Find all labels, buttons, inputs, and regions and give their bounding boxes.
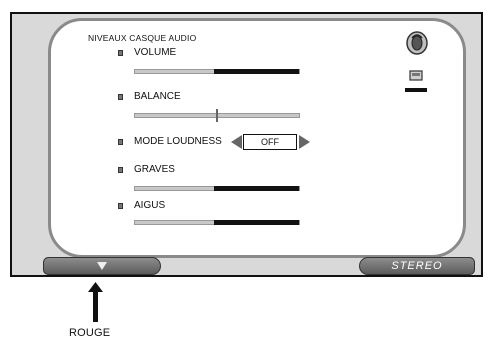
softkey-bar: STEREO — [10, 257, 483, 277]
bullet-icon — [118, 50, 123, 56]
left-arrow-icon[interactable] — [231, 135, 242, 149]
volume-slider-fill — [214, 69, 299, 74]
aigus-label: AIGUS — [134, 200, 166, 211]
red-softkey-button[interactable] — [43, 257, 161, 275]
volume-slider[interactable] — [134, 69, 300, 74]
graves-slider-fill — [214, 186, 299, 191]
balance-center-tick — [216, 109, 218, 122]
bullet-icon — [118, 94, 123, 100]
aigus-slider[interactable] — [134, 220, 300, 225]
rouge-label: ROUGE — [69, 327, 111, 339]
panel-title: NIVEAUX CASQUE AUDIO — [88, 33, 197, 43]
bullet-icon — [118, 139, 123, 145]
down-arrow-icon — [97, 262, 107, 270]
stereo-button[interactable]: STEREO — [359, 257, 475, 275]
bullet-icon — [118, 167, 123, 173]
pointer-arrow-icon — [88, 282, 103, 322]
small-screen-icon — [405, 70, 427, 92]
right-arrow-icon[interactable] — [299, 135, 310, 149]
balance-label: BALANCE — [134, 91, 181, 102]
graves-label: GRAVES — [134, 164, 175, 175]
headphone-icon — [406, 31, 428, 55]
balance-slider[interactable] — [134, 109, 300, 122]
bullet-icon — [118, 203, 123, 209]
mode-loudness-label: MODE LOUDNESS — [134, 136, 222, 147]
aigus-slider-fill — [214, 220, 299, 225]
volume-label: VOLUME — [134, 47, 177, 58]
graves-slider[interactable] — [134, 186, 300, 191]
mode-loudness-value[interactable]: OFF — [243, 134, 297, 150]
